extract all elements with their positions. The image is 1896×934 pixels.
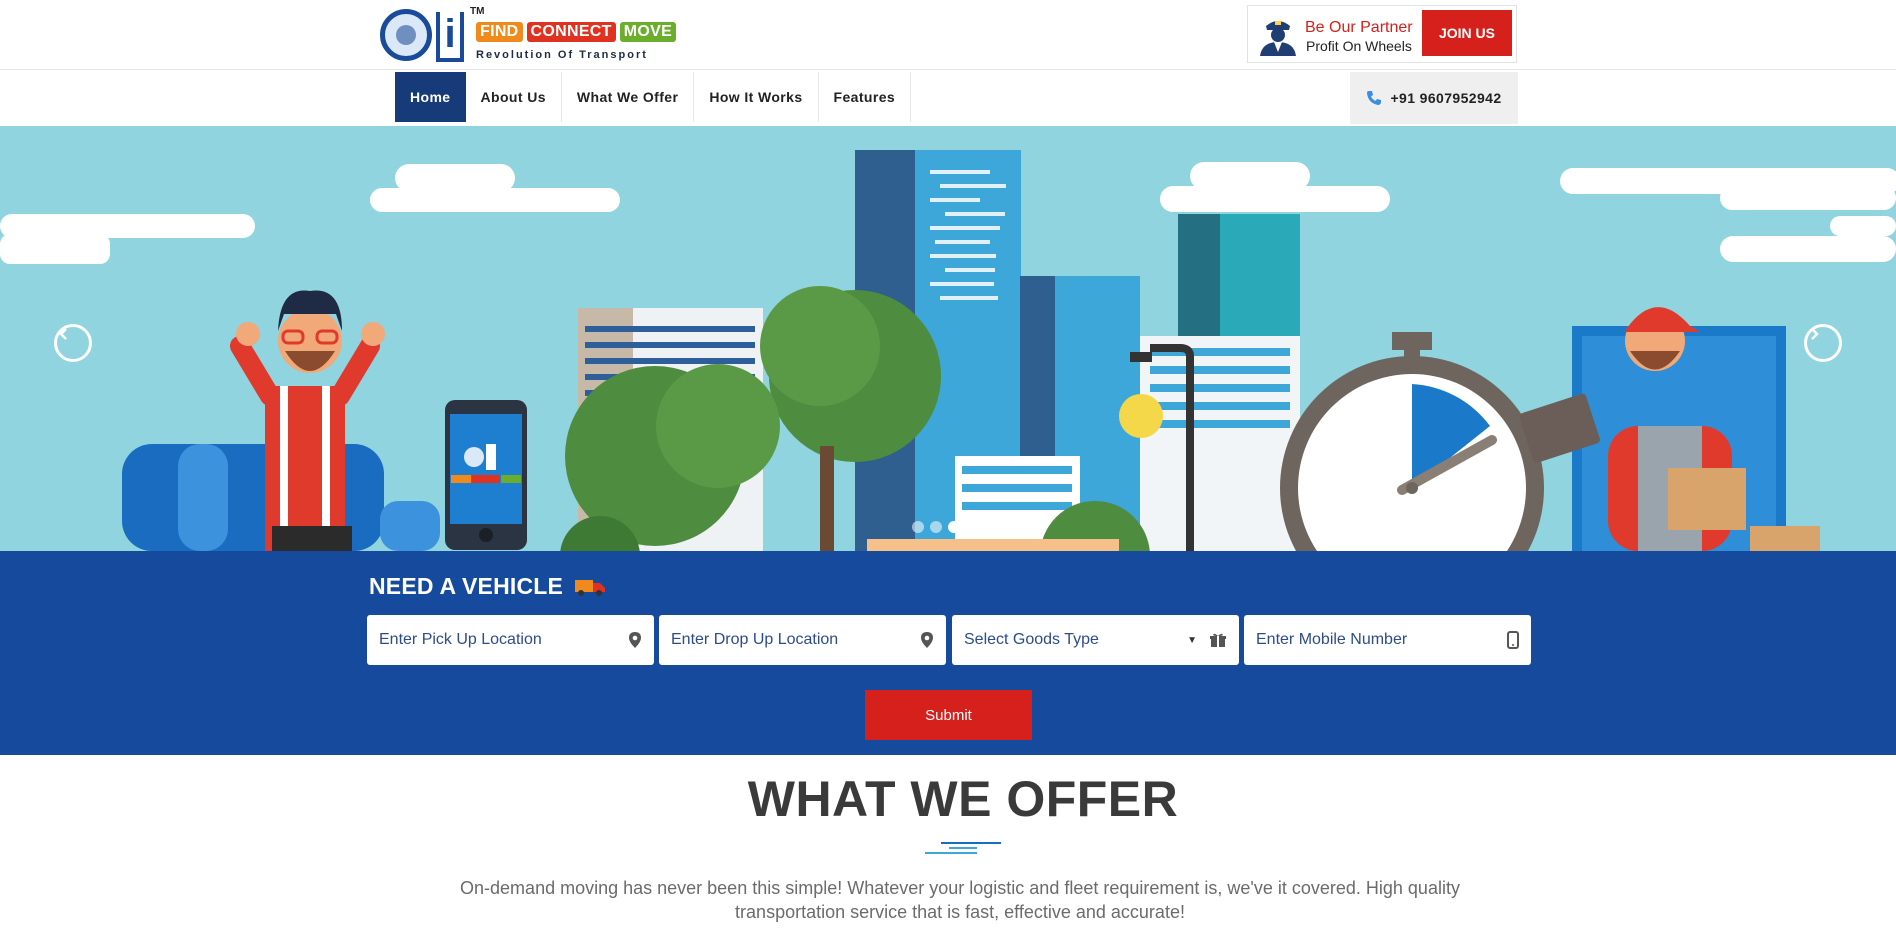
nav-menu: Home About Us What We Offer How It Works…	[395, 72, 912, 122]
drop-location-input[interactable]: Enter Drop Up Location	[659, 615, 946, 665]
logo-word-connect: CONNECT	[526, 22, 616, 42]
nav-item-what-we-offer[interactable]: What We Offer	[562, 72, 695, 122]
top-header: i TM FIND CONNECT MOVE Revolution Of Tra…	[0, 0, 1896, 70]
logo-word-move: MOVE	[619, 22, 677, 42]
title-divider	[925, 842, 1001, 854]
pickup-location-input[interactable]: Enter Pick Up Location	[367, 615, 654, 665]
nav-item-home[interactable]: Home	[395, 72, 466, 122]
logo-words: FIND CONNECT MOVE	[476, 22, 677, 42]
partner-title: Be Our Partner	[1305, 19, 1413, 36]
drop-placeholder: Enter Drop Up Location	[671, 631, 839, 648]
gift-box-icon	[1210, 633, 1226, 647]
goods-type-select[interactable]: Select Goods Type ▼	[952, 615, 1239, 665]
map-pin-icon	[921, 632, 933, 648]
site-logo[interactable]: i TM FIND CONNECT MOVE Revolution Of Tra…	[380, 6, 680, 66]
hero-slider	[0, 126, 1896, 551]
driver-avatar-icon	[1260, 21, 1296, 56]
chevron-left-icon	[59, 328, 67, 340]
truck-icon	[575, 579, 606, 596]
partner-box: Be Our Partner Profit On Wheels JOIN US	[1247, 5, 1517, 63]
mobile-placeholder: Enter Mobile Number	[1256, 631, 1408, 648]
globe-logo-icon	[380, 9, 432, 61]
slider-dot-active[interactable]	[948, 521, 960, 533]
slider-dots	[912, 521, 978, 533]
hero-illustration	[0, 150, 1896, 551]
offer-section-title: WHAT WE OFFER	[747, 771, 1179, 827]
partner-subtitle: Profit On Wheels	[1306, 38, 1412, 54]
chevron-right-icon	[1811, 328, 1819, 340]
nav-item-how-it-works[interactable]: How It Works	[694, 72, 819, 122]
happy-customer	[122, 290, 440, 551]
pickup-placeholder: Enter Pick Up Location	[379, 631, 542, 648]
trademark-mark: TM	[470, 6, 485, 17]
mobile-number-input[interactable]: Enter Mobile Number	[1244, 615, 1531, 665]
stopwatch	[1280, 332, 1544, 551]
booking-title-text: NEED A VEHICLE	[369, 573, 564, 599]
map-pin-icon	[629, 632, 641, 648]
slider-prev-button[interactable]	[54, 324, 92, 362]
join-us-button[interactable]: JOIN US	[1422, 10, 1512, 56]
slider-dot[interactable]	[966, 521, 978, 533]
main-nav: Home About Us What We Offer How It Works…	[0, 70, 1896, 126]
app-phone	[445, 400, 527, 550]
offer-description: On-demand moving has never been this sim…	[460, 878, 1460, 922]
chevron-down-icon: ▼	[1187, 634, 1197, 646]
phone-icon	[1367, 91, 1382, 105]
mobile-phone-icon	[1507, 631, 1519, 649]
slider-dot[interactable]	[912, 521, 924, 533]
logo-tagline: Revolution Of Transport	[476, 49, 648, 61]
slider-dot[interactable]	[930, 521, 942, 533]
logo-letter-i: i	[436, 12, 464, 62]
booking-section: NEED A VEHICLE Enter Pick Up Location En…	[0, 551, 1896, 755]
logo-word-find: FIND	[476, 22, 523, 42]
goods-selected-value: Select Goods Type	[964, 631, 1099, 648]
booking-title: NEED A VEHICLE	[369, 573, 607, 600]
submit-button[interactable]: Submit	[865, 690, 1032, 740]
nav-item-about-us[interactable]: About Us	[466, 72, 562, 122]
nav-item-features[interactable]: Features	[819, 72, 912, 122]
phone-contact[interactable]: +91 9607952942	[1350, 72, 1518, 124]
slider-next-button[interactable]	[1804, 324, 1842, 362]
phone-number: +91 9607952942	[1390, 90, 1502, 106]
